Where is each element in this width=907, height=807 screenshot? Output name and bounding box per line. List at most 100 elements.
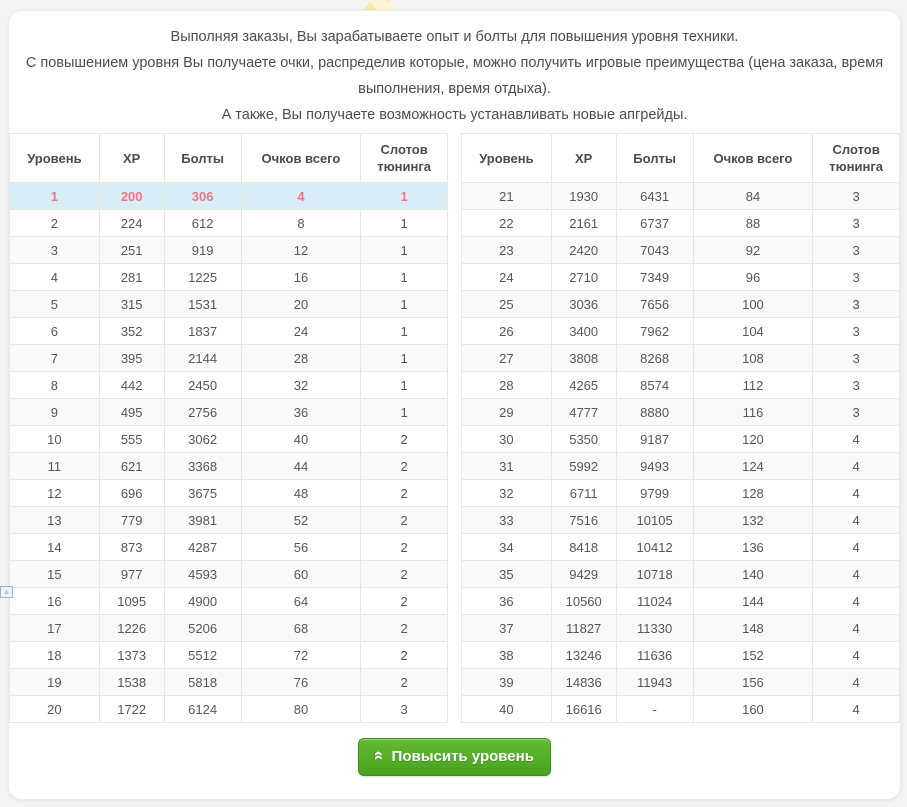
table-cell: 4 [813,480,900,507]
table-row: 3711827113301484 [462,615,900,642]
table-cell: 14836 [551,669,616,696]
table-row: 25303676561003 [462,291,900,318]
table-cell: 11024 [616,588,693,615]
table-cell: 1722 [99,696,164,723]
table-cell: 37 [462,615,552,642]
table-cell: 44 [241,453,361,480]
table-cell: 23 [462,237,552,264]
table-cell: 3400 [551,318,616,345]
table-cell: 1 [361,318,448,345]
table-cell: 4 [813,507,900,534]
table-cell: 2 [361,534,448,561]
table-row: 120030641 [10,183,448,210]
table-cell: 104 [693,318,813,345]
table-row: 3813246116361524 [462,642,900,669]
table-cell: 72 [241,642,361,669]
table-row: 359429107181404 [462,561,900,588]
table-cell: 36 [241,399,361,426]
table-cell: 200 [99,183,164,210]
column-header: Болты [616,134,693,183]
column-header: XP [99,134,164,183]
table-cell: 5818 [164,669,241,696]
table-cell: 6431 [616,183,693,210]
table-cell: 1 [361,237,448,264]
table-cell: 11827 [551,615,616,642]
table-row: 28426585741123 [462,372,900,399]
table-cell: 11330 [616,615,693,642]
table-cell: 7516 [551,507,616,534]
table-cell: 9429 [551,561,616,588]
table-cell: 2 [361,642,448,669]
table-cell: 60 [241,561,361,588]
table-cell: 3 [813,264,900,291]
table-cell: 2161 [551,210,616,237]
table-cell: 3 [813,237,900,264]
table-cell: 224 [99,210,164,237]
table-cell: 3808 [551,345,616,372]
table-cell: 34 [462,534,552,561]
table-cell: 16616 [551,696,616,723]
table-cell: 36 [462,588,552,615]
column-header: Слотов тюнинга [813,134,900,183]
table-cell: 4265 [551,372,616,399]
table-cell: 56 [241,534,361,561]
table-cell: 3 [813,318,900,345]
table-cell: 2756 [164,399,241,426]
table-row: 337516101051324 [462,507,900,534]
table-cell: 1 [361,399,448,426]
table-cell: 1 [361,183,448,210]
table-cell: 2420 [551,237,616,264]
table-cell: 13 [10,507,100,534]
table-cell: 1837 [164,318,241,345]
table-row: 53151531201 [10,291,448,318]
table-cell: 120 [693,426,813,453]
table-cell: 20 [10,696,100,723]
table-cell: 15 [10,561,100,588]
table-cell: 442 [99,372,164,399]
table-cell: 10105 [616,507,693,534]
table-cell: 4287 [164,534,241,561]
table-cell: 3 [813,345,900,372]
table-cell: 84 [693,183,813,210]
table-cell: 9493 [616,453,693,480]
table-row: 42811225161 [10,264,448,291]
table-cell: 7 [10,345,100,372]
table-cell: 4 [813,696,900,723]
table-cell: 1225 [164,264,241,291]
level-up-button-label: Повысить уровень [392,748,534,765]
table-row: 2119306431843 [462,183,900,210]
column-header: Болты [164,134,241,183]
table-cell: 621 [99,453,164,480]
table-cell: 2 [361,507,448,534]
table-cell: 19 [10,669,100,696]
table-cell: 315 [99,291,164,318]
table-cell: 2 [361,669,448,696]
table-cell: 11 [10,453,100,480]
table-cell: 555 [99,426,164,453]
table-cell: 80 [241,696,361,723]
table-cell: 128 [693,480,813,507]
table-cell: 1226 [99,615,164,642]
table-cell: 4900 [164,588,241,615]
table-cell: 28 [241,345,361,372]
level-up-button[interactable]: « Повысить уровень [358,738,551,776]
table-cell: 48 [241,480,361,507]
table-cell: 24 [462,264,552,291]
table-cell: 4 [10,264,100,291]
table-cell: 1 [361,264,448,291]
table-cell: 32 [241,372,361,399]
table-cell: 27 [462,345,552,372]
column-header: Уровень [10,134,100,183]
levels-card: Выполняя заказы, Вы зарабатываете опыт и… [8,10,901,800]
table-cell: 5 [10,291,100,318]
table-cell: 306 [164,183,241,210]
table-row: 84422450321 [10,372,448,399]
table-cell: 10560 [551,588,616,615]
table-header-row: УровеньXPБолтыОчков всегоСлотов тюнинга [10,134,448,183]
table-cell: 160 [693,696,813,723]
levels-table-left: УровеньXPБолтыОчков всегоСлотов тюнинга … [9,133,448,723]
table-cell: 1 [361,210,448,237]
table-cell: 2450 [164,372,241,399]
table-cell: 13246 [551,642,616,669]
table-cell: 4 [241,183,361,210]
